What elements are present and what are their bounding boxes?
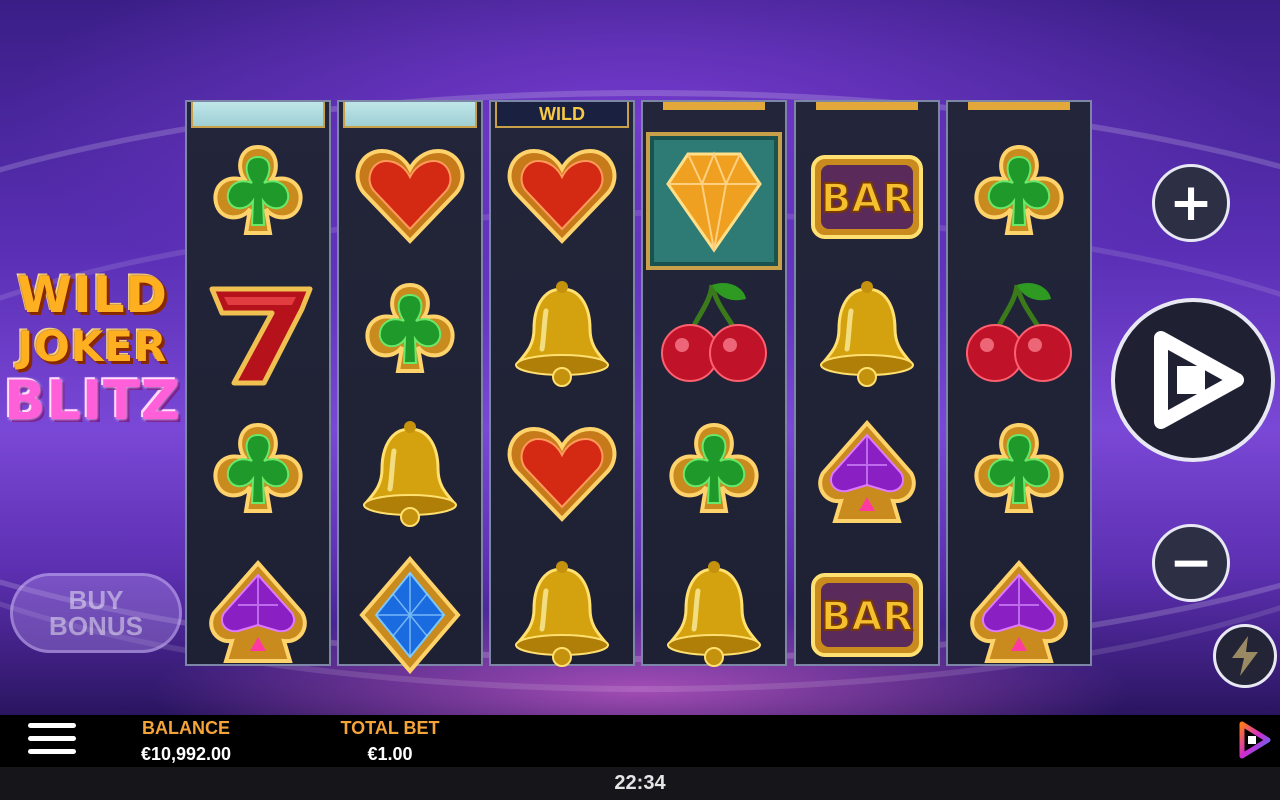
reel-4 xyxy=(641,100,787,667)
total-bet-display[interactable]: TOTAL BET €1.00 xyxy=(310,715,470,765)
heart-icon xyxy=(502,137,622,257)
increase-bet-button[interactable]: + xyxy=(1152,164,1230,242)
reel-6 xyxy=(946,100,1092,666)
bell-icon xyxy=(654,555,774,675)
heart-icon xyxy=(502,415,622,535)
logo-line-blitz: BLITZ xyxy=(4,369,181,432)
reel-2 xyxy=(337,100,483,675)
turbo-button[interactable] xyxy=(1213,624,1277,688)
bell-icon xyxy=(350,415,470,535)
buy-bonus-button[interactable]: BUY BONUS xyxy=(10,573,182,653)
cherry-icon xyxy=(654,275,774,395)
bar-icon: BAR xyxy=(807,137,927,257)
balance-label: BALANCE xyxy=(142,718,230,738)
bell-icon xyxy=(807,275,927,395)
reel-1 xyxy=(185,100,331,666)
spade-gem-icon xyxy=(807,415,927,535)
provider-logo-icon xyxy=(1239,721,1271,759)
club-icon xyxy=(654,415,774,535)
game-stage: WILD JOKER BLITZ BUY BONUS WILD BAR BAR … xyxy=(0,0,1280,715)
minus-icon: − xyxy=(1169,533,1213,593)
spin-play-icon xyxy=(1154,331,1244,429)
reel-grid: WILD BAR BAR xyxy=(185,100,1095,675)
bell-icon xyxy=(502,275,622,395)
cherry-icon xyxy=(959,275,1079,395)
bell-icon xyxy=(502,555,622,675)
plus-icon: + xyxy=(1169,173,1213,233)
club-icon xyxy=(198,137,318,257)
balance-value: €10,992.00 xyxy=(140,744,232,764)
reel-peek-symbol xyxy=(663,102,765,110)
reel-peek-symbol xyxy=(816,102,918,110)
balance-display: BALANCE €10,992.00 xyxy=(106,715,266,765)
total-bet-value: €1.00 xyxy=(367,744,413,764)
reel-peek-symbol xyxy=(191,102,325,128)
clock: 22:34 xyxy=(614,772,666,794)
hamburger-menu-icon[interactable] xyxy=(28,723,76,759)
reel-3: WILD xyxy=(489,100,635,667)
club-icon xyxy=(198,415,318,535)
club-icon xyxy=(350,275,470,395)
bottom-bar: BALANCE €10,992.00 TOTAL BET €1.00 xyxy=(0,715,1280,767)
spin-button[interactable] xyxy=(1111,298,1275,462)
game-logo: WILD JOKER BLITZ xyxy=(0,270,185,428)
status-bar: 22:34 xyxy=(0,767,1280,800)
decrease-bet-button[interactable]: − xyxy=(1152,524,1230,602)
big-diamond-icon xyxy=(646,132,782,270)
total-bet-label: TOTAL BET xyxy=(340,718,440,738)
club-icon xyxy=(959,137,1079,257)
lightning-icon xyxy=(1232,636,1258,676)
reel-peek-symbol: WILD xyxy=(495,102,629,128)
spade-gem-icon xyxy=(198,555,318,675)
spade-gem-icon xyxy=(959,555,1079,675)
reel-peek-symbol xyxy=(343,102,477,128)
logo-line-joker: JOKER xyxy=(17,322,168,371)
svg-text:BAR: BAR xyxy=(821,594,913,640)
club-icon xyxy=(959,415,1079,535)
heart-icon xyxy=(350,137,470,257)
logo-line-wild: WILD xyxy=(16,266,169,324)
peek-wild-label: WILD xyxy=(539,104,585,124)
reel-peek-symbol xyxy=(968,102,1070,110)
svg-text:BAR: BAR xyxy=(821,176,913,222)
bar-icon: BAR xyxy=(807,555,927,675)
seven-icon xyxy=(198,275,318,395)
diamond-gem-icon xyxy=(350,555,470,675)
reel-5: BAR BAR xyxy=(794,100,940,666)
